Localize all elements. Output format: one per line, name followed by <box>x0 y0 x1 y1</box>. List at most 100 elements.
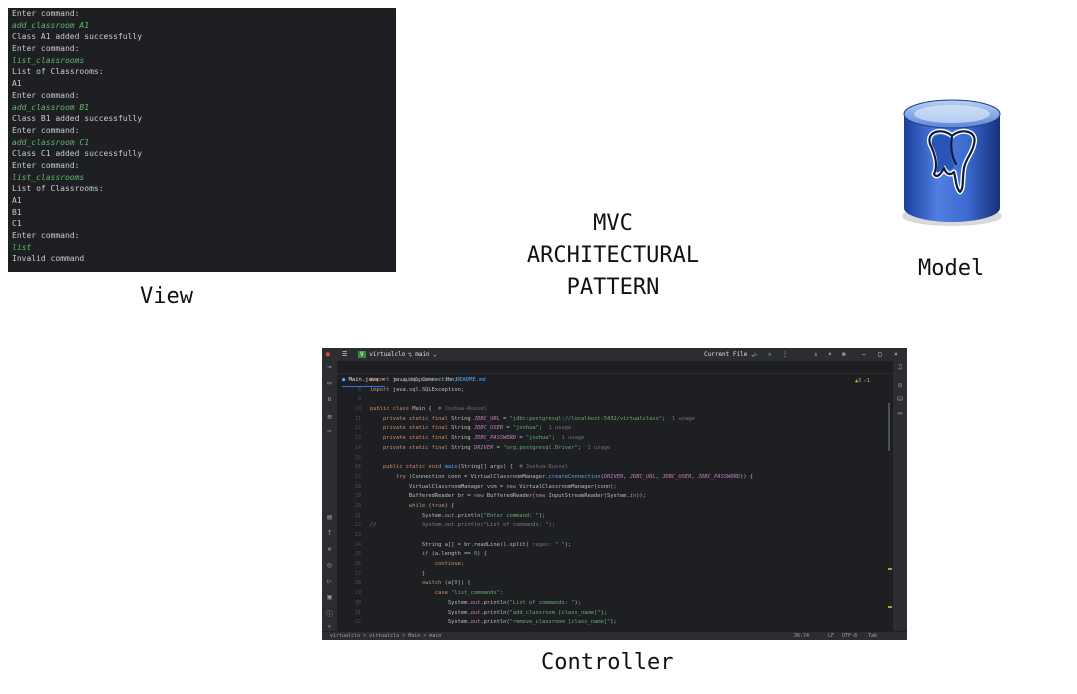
code-line[interactable]: switch (a[0]) { <box>370 579 870 589</box>
code-line[interactable] <box>370 454 870 464</box>
code-line[interactable]: while (true) { <box>370 502 870 512</box>
code-line[interactable]: private static final String JDBC_USER = … <box>370 424 870 434</box>
line-number: 7 <box>357 377 361 383</box>
code-line[interactable] <box>370 531 870 541</box>
code-line[interactable]: BufferedReader br = new BufferedReader(n… <box>370 492 870 502</box>
code-line[interactable]: import java.sql.SQLException; <box>370 386 870 396</box>
title-line: ARCHITECTURAL <box>526 243 700 268</box>
code-line[interactable]: private static final String JDBC_URL = "… <box>370 415 870 425</box>
line-number: 19 <box>354 493 361 500</box>
folder-icon[interactable]: ▭ <box>893 409 907 417</box>
code-editor[interactable]: import java.sql.Connection; import java.s… <box>370 376 870 628</box>
code-line[interactable]: System.out.println("Enter command: "); <box>370 512 870 522</box>
run-config-selector[interactable]: Current File ⌄ <box>704 348 755 361</box>
line-number: 8 <box>357 386 361 393</box>
code-line[interactable]: continue; <box>370 560 870 570</box>
code-line[interactable]: private static final String DRIVER = "or… <box>370 444 870 454</box>
code-line[interactable]: String a[] = br.readLine().split( regex:… <box>370 541 870 551</box>
line-number: 24 <box>354 541 361 548</box>
line-number: 23 <box>354 532 361 538</box>
line-number: 18 <box>354 483 361 490</box>
branch-selector[interactable]: ⑂ main ⌄ <box>408 348 437 361</box>
indent-setting[interactable]: Tab <box>868 632 877 640</box>
notifications-icon[interactable]: ♫ <box>893 363 907 371</box>
more-actions-icon[interactable]: ⋮ <box>782 348 788 361</box>
terminal-output-line: List of Classrooms: <box>12 67 104 77</box>
terminal-output-line: Enter command: <box>12 160 80 170</box>
settings-gear-icon[interactable]: ⚙ <box>842 348 846 361</box>
file-encoding[interactable]: UTF-8 <box>842 632 857 640</box>
line-number: 27 <box>354 570 361 577</box>
user-icon[interactable]: ♙ <box>814 348 818 361</box>
gradle-icon[interactable]: ⊤ <box>322 529 337 537</box>
line-number: 12 <box>354 425 361 432</box>
line-number: 17 <box>354 473 361 480</box>
cursor-position[interactable]: 36:74 <box>794 632 809 640</box>
terminal-command-line: list <box>12 242 32 252</box>
left-toolbar: ⊸ ▭ ⇅ ⊞ ⋯ ▤ ⊤ ✲ ◎ ▷ ▣ ⓘ ⑂ <box>322 361 337 631</box>
terminal-output-line: Enter command: <box>12 9 80 18</box>
project-name: virtualclo <box>369 351 406 358</box>
line-number: 10 <box>354 406 361 413</box>
line-separator[interactable]: LF <box>828 632 834 640</box>
code-line[interactable]: if (a.length == 0) { <box>370 550 870 560</box>
menu-icon[interactable]: ☰ <box>342 348 347 361</box>
terminal-output-line: List of Classrooms: <box>12 184 104 194</box>
postgresql-database-icon <box>902 99 1002 226</box>
maximize-icon[interactable]: □ <box>878 348 882 361</box>
search-icon[interactable]: ⌕ <box>828 348 832 361</box>
ai-assistant-icon[interactable]: ◎ <box>893 381 907 389</box>
close-icon[interactable]: × <box>894 348 898 361</box>
code-line[interactable] <box>370 395 870 405</box>
code-line[interactable]: private static final String JDBC_PASSWOR… <box>370 434 870 444</box>
warning-marker <box>888 606 892 608</box>
run-icon[interactable]: ▷ <box>754 348 758 361</box>
line-number: 28 <box>354 580 361 587</box>
database-icon[interactable]: ⛁ <box>893 395 907 403</box>
terminal-icon[interactable]: ▣ <box>322 593 337 601</box>
view-terminal-screenshot: Enter command: add_classroom A1 Class A1 a… <box>8 8 396 272</box>
terminal-command-line: add_classroom B1 <box>12 102 90 112</box>
terminal-output-line: Invalid command <box>12 254 85 264</box>
line-number: 16 <box>354 464 361 471</box>
code-line[interactable]: try (Connection conn = VirtualClassroomM… <box>370 473 870 483</box>
line-number: 11 <box>354 415 361 422</box>
breadcrumb[interactable]: virtualclo > virtualclo > Main > main <box>330 632 441 640</box>
problems-icon[interactable]: ⓘ <box>322 609 337 619</box>
run-tool-icon[interactable]: ▷ <box>322 577 337 585</box>
editor-scrollbar[interactable] <box>888 403 890 451</box>
terminal-output-line: Enter command: <box>12 231 80 241</box>
code-line[interactable]: public static void main(String[] args) {… <box>370 463 870 473</box>
project-folder-icon[interactable]: ▭ <box>322 379 337 387</box>
git-icon[interactable]: ⑂ <box>322 623 337 631</box>
status-bar: virtualclo > virtualclo > Main > main 36… <box>322 632 907 640</box>
code-line[interactable]: System.out.println("remove_classroom [cl… <box>370 618 870 628</box>
bookmarks-icon[interactable]: ▤ <box>322 513 337 521</box>
app-logo-icon: ■ <box>326 351 330 358</box>
code-line[interactable]: } <box>370 570 870 580</box>
line-number: 22 <box>354 522 361 529</box>
code-line[interactable]: System.out.println("add_classroom [class… <box>370 609 870 619</box>
terminal-output-line: Enter command: <box>12 90 80 100</box>
project-badge-icon: V <box>358 351 366 358</box>
minimize-icon[interactable]: – <box>862 348 866 361</box>
pull-request-icon[interactable]: ⇅ <box>322 395 337 403</box>
code-line[interactable]: System.out.println("List of commands: ")… <box>370 599 870 609</box>
terminal-output-line: Enter command: <box>12 44 80 54</box>
editor-tabs: ● Main.java × ⊘ .gitignore M↓ README.md <box>322 361 907 387</box>
code-line[interactable]: VirtualClassroomManager vcm = new Virtua… <box>370 483 870 493</box>
services-icon[interactable]: ◎ <box>322 561 337 569</box>
project-selector[interactable]: V virtualclo ⌄ <box>358 348 413 361</box>
structure-icon[interactable]: ⊞ <box>322 413 337 421</box>
debug-icon[interactable]: ✲ <box>768 348 772 361</box>
terminal-command-line: add_classroom C1 <box>12 137 90 147</box>
code-line[interactable]: case "list_commands": <box>370 589 870 599</box>
code-line[interactable]: public class Main { ☻ Joshua-Russel <box>370 405 870 415</box>
line-number: 31 <box>354 609 361 616</box>
debug-tool-icon[interactable]: ✲ <box>322 545 337 553</box>
more-tools-icon[interactable]: ⋯ <box>322 427 337 435</box>
code-line[interactable]: import java.sql.Connection; <box>370 376 870 386</box>
code-line[interactable]: // System.out.println("List of commands:… <box>370 521 870 531</box>
terminal-output-line: B1 <box>12 207 22 217</box>
commit-icon[interactable]: ⊸ <box>322 363 337 371</box>
